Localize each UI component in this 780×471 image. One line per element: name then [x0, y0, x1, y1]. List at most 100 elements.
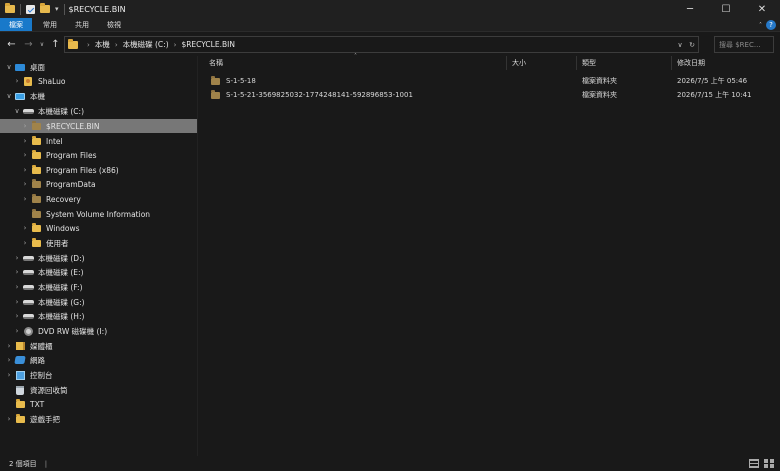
- tree-item[interactable]: ∨ 本機磁碟 (C:): [0, 104, 197, 118]
- chevron-right-icon[interactable]: ›: [20, 239, 30, 247]
- chevron-right-icon[interactable]: ›: [12, 312, 22, 320]
- file-type: 檔案資料夾: [582, 91, 617, 99]
- chevron-right-icon[interactable]: ›: [20, 137, 30, 145]
- chevron-right-icon[interactable]: ›: [20, 195, 30, 203]
- back-button[interactable]: ←: [3, 36, 20, 53]
- tab-view[interactable]: 檢視: [98, 18, 130, 31]
- chevron-right-icon[interactable]: ›: [12, 327, 22, 335]
- file-row[interactable]: S-1-5-21-3569825032-1774248141-592896853…: [198, 88, 780, 102]
- tree-item[interactable]: TXT: [0, 397, 197, 411]
- file-name-cell: S-1-5-18: [211, 74, 256, 88]
- tree-item[interactable]: › Recovery: [0, 192, 197, 206]
- chevron-right-icon[interactable]: ›: [20, 122, 30, 130]
- up-button[interactable]: ↑: [47, 36, 64, 53]
- breadcrumb-pc[interactable]: 本機: [95, 39, 110, 50]
- search-input[interactable]: 搜尋 $REC...: [714, 36, 774, 53]
- new-folder-icon[interactable]: [40, 3, 50, 13]
- file-name: S-1-5-18: [226, 77, 256, 85]
- tree-item-label: $RECYCLE.BIN: [46, 121, 100, 131]
- column-name[interactable]: 名稱: [204, 56, 507, 70]
- tree-item-label: TXT: [30, 399, 45, 409]
- tree-item[interactable]: › 遊戲手把: [0, 412, 197, 426]
- breadcrumb-recycle-bin[interactable]: $RECYCLE.BIN: [181, 40, 235, 49]
- chevron-right-icon[interactable]: ›: [4, 356, 14, 364]
- tree-item[interactable]: › DVD RW 磁碟機 (I:): [0, 324, 197, 338]
- divider: [63, 3, 65, 15]
- column-modified[interactable]: 修改日期: [672, 56, 772, 70]
- tree-item[interactable]: ∨ 本機: [0, 89, 197, 103]
- chevron-right-icon[interactable]: ›: [12, 268, 22, 276]
- tree-item[interactable]: › 本機磁碟 (H:): [0, 309, 197, 323]
- tree-item[interactable]: › Intel: [0, 134, 197, 148]
- chevron-right-icon[interactable]: ›: [12, 77, 22, 85]
- chevron-right-icon[interactable]: ›: [20, 180, 30, 188]
- tree-item[interactable]: ∨ 桌面: [0, 60, 197, 74]
- chevron-right-icon[interactable]: ›: [20, 151, 30, 159]
- address-dropdown-icon[interactable]: ∨: [674, 41, 686, 49]
- tree-item[interactable]: › ShaLuo: [0, 74, 197, 88]
- large-icons-view-icon[interactable]: [764, 459, 774, 468]
- pc-icon: [15, 92, 25, 100]
- tree-item[interactable]: › 本機磁碟 (E:): [0, 265, 197, 279]
- expand-ribbon-icon[interactable]: ˄: [759, 22, 762, 29]
- recent-locations-chevron-icon[interactable]: ∨: [37, 36, 47, 53]
- tree-item[interactable]: › Program Files (x86): [0, 163, 197, 177]
- forward-button[interactable]: →: [20, 36, 37, 53]
- desktop-icon: [14, 62, 26, 72]
- tree-item-label: 媒體櫃: [30, 341, 53, 351]
- file-name-cell: S-1-5-21-3569825032-1774248141-592896853…: [211, 88, 413, 102]
- quick-access-dropdown[interactable]: ▾: [55, 5, 59, 13]
- tree-item-label: 本機磁碟 (C:): [38, 106, 84, 116]
- tree-item[interactable]: › Program Files: [0, 148, 197, 162]
- tree-item[interactable]: System Volume Information: [0, 207, 197, 221]
- details-view-icon[interactable]: [749, 459, 759, 468]
- close-button[interactable]: ✕: [744, 0, 780, 18]
- column-type[interactable]: 類型: [577, 56, 672, 70]
- chevron-right-icon[interactable]: ›: [20, 166, 30, 174]
- tab-share[interactable]: 共用: [66, 18, 98, 31]
- divider: [20, 3, 21, 15]
- tree-item[interactable]: › 媒體櫃: [0, 339, 197, 353]
- tree-item[interactable]: › 本機磁碟 (F:): [0, 280, 197, 294]
- chevron-right-icon[interactable]: ›: [12, 283, 22, 291]
- tab-home[interactable]: 常用: [34, 18, 66, 31]
- file-row[interactable]: S-1-5-18 檔案資料夾 2026/7/5 上午 05:46: [198, 74, 780, 88]
- help-icon[interactable]: ?: [766, 20, 776, 30]
- properties-icon[interactable]: [26, 4, 35, 14]
- refresh-icon[interactable]: ↻: [686, 41, 698, 49]
- breadcrumb-drive-c[interactable]: 本機磁碟 (C:): [123, 39, 169, 50]
- address-bar[interactable]: › 本機 › 本機磁碟 (C:) › $RECYCLE.BIN ∨ ↻: [64, 36, 699, 53]
- chevron-right-icon[interactable]: ›: [87, 41, 90, 49]
- column-size[interactable]: 大小: [507, 56, 577, 70]
- tree-item-label: 本機磁碟 (D:): [38, 253, 85, 263]
- chevron-right-icon[interactable]: ›: [20, 224, 30, 232]
- chevron-down-icon[interactable]: ∨: [12, 107, 22, 115]
- tree-item[interactable]: › 控制台: [0, 368, 197, 382]
- chevron-right-icon[interactable]: ›: [4, 371, 14, 379]
- chevron-right-icon[interactable]: ›: [12, 298, 22, 306]
- chevron-down-icon[interactable]: ∨: [4, 63, 14, 71]
- status-bar: 2 個項目 |: [0, 456, 780, 471]
- tree-item[interactable]: › 本機磁碟 (D:): [0, 251, 197, 265]
- chevron-right-icon[interactable]: ›: [115, 41, 118, 49]
- tree-item[interactable]: › 本機磁碟 (G:): [0, 295, 197, 309]
- chevron-right-icon[interactable]: ›: [12, 254, 22, 262]
- tab-file[interactable]: 檔案: [0, 18, 32, 31]
- chevron-right-icon[interactable]: ›: [4, 342, 14, 350]
- chevron-right-icon[interactable]: ›: [174, 41, 177, 49]
- folder-icon: [30, 164, 42, 175]
- tree-item[interactable]: › 網路: [0, 353, 197, 367]
- minimize-button[interactable]: ─: [672, 0, 708, 18]
- folder-icon: [30, 222, 42, 233]
- chevron-right-icon[interactable]: ›: [4, 415, 14, 423]
- tree-item[interactable]: › $RECYCLE.BIN: [0, 119, 197, 133]
- tree-item[interactable]: › Windows: [0, 221, 197, 235]
- tree-item[interactable]: › 使用者: [0, 236, 197, 250]
- tree-item[interactable]: › ProgramData: [0, 177, 197, 191]
- tree-item[interactable]: 資源回收筒: [0, 383, 197, 397]
- tree-item-label: 網路: [30, 355, 45, 365]
- dvd-icon: [22, 326, 34, 336]
- column-header: ˄ 名稱 大小 類型 修改日期: [198, 53, 780, 70]
- chevron-down-icon[interactable]: ∨: [4, 92, 14, 100]
- maximize-button[interactable]: ☐: [708, 0, 744, 18]
